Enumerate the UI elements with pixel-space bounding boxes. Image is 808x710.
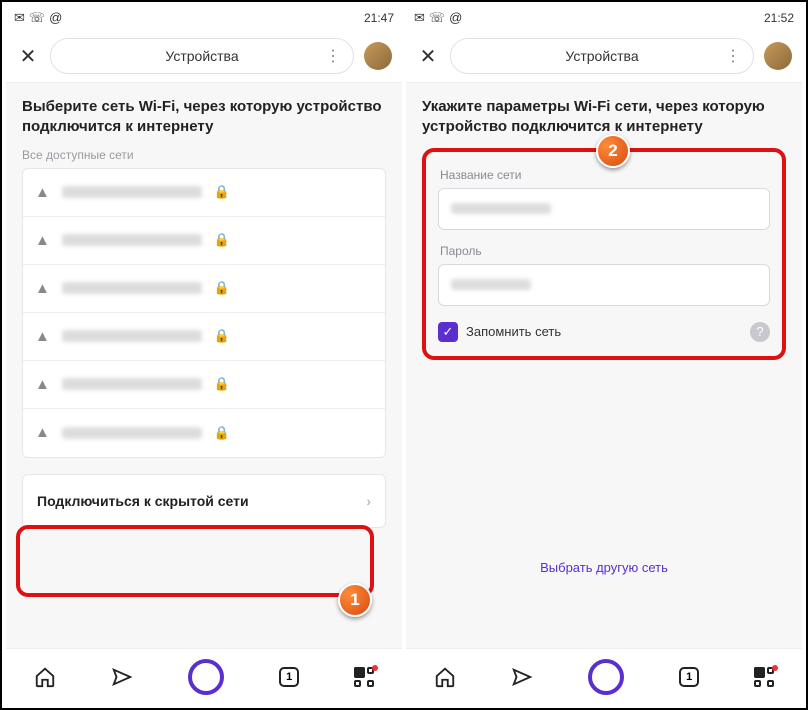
wifi-icon: ▲: [35, 184, 50, 201]
app-header: ✕ Устройства ⋮: [406, 30, 802, 83]
nav-tabs-icon[interactable]: 1: [679, 667, 699, 687]
wifi-item[interactable]: ▲ 🔒: [23, 265, 385, 313]
ssid-input[interactable]: [438, 188, 770, 230]
wifi-name-blurred: [62, 186, 202, 198]
wifi-name-blurred: [62, 427, 202, 439]
status-bar: ✉ ☏ @ 21:47: [6, 6, 402, 30]
bottom-nav: 1: [6, 648, 402, 704]
wifi-item[interactable]: ▲ 🔒: [23, 409, 385, 457]
screen-left: ✉ ☏ @ 21:47 ✕ Устройства ⋮ Выберите сеть…: [6, 6, 402, 704]
avatar[interactable]: [764, 42, 792, 70]
chevron-right-icon: ›: [366, 493, 371, 509]
help-icon[interactable]: ?: [750, 322, 770, 342]
callout-badge-1: 1: [338, 583, 372, 617]
nav-alice-icon[interactable]: [188, 659, 224, 695]
header-pill[interactable]: Устройства ⋮: [50, 38, 354, 74]
close-icon[interactable]: ✕: [416, 44, 440, 69]
at-icon: @: [449, 10, 462, 26]
notification-dot: [372, 665, 378, 671]
header-title: Устройства: [165, 48, 238, 64]
lock-icon: 🔒: [214, 184, 230, 200]
screen-right: ✉ ☏ @ 21:52 ✕ Устройства ⋮ Укажите парам…: [406, 6, 802, 704]
ssid-label: Название сети: [440, 168, 770, 182]
nav-tabs-icon[interactable]: 1: [279, 667, 299, 687]
notification-dot: [772, 665, 778, 671]
at-icon: @: [49, 10, 62, 26]
wifi-item[interactable]: ▲ 🔒: [23, 361, 385, 409]
whatsapp-icon: ☏: [429, 10, 445, 26]
nav-home-icon[interactable]: [434, 666, 456, 688]
wifi-name-blurred: [62, 330, 202, 342]
callout-highlight: [16, 525, 374, 597]
wifi-item[interactable]: ▲ 🔒: [23, 313, 385, 361]
wifi-form-callout: Название сети Пароль ✓ Запомнить сеть ? …: [422, 148, 786, 360]
wifi-name-blurred: [62, 378, 202, 390]
nav-alice-icon[interactable]: [588, 659, 624, 695]
more-icon[interactable]: ⋮: [325, 46, 341, 66]
avatar[interactable]: [364, 42, 392, 70]
password-input[interactable]: [438, 264, 770, 306]
lock-icon: 🔒: [214, 232, 230, 248]
wifi-icon: ▲: [35, 424, 50, 441]
wifi-item[interactable]: ▲ 🔒: [23, 217, 385, 265]
ssid-value-blurred: [451, 203, 551, 214]
nav-send-icon[interactable]: [111, 666, 133, 688]
close-icon[interactable]: ✕: [16, 44, 40, 69]
page-heading: Укажите параметры Wi-Fi сети, через кото…: [422, 97, 786, 138]
callout-badge-2: 2: [596, 134, 630, 168]
whatsapp-icon: ☏: [29, 10, 45, 26]
status-bar: ✉ ☏ @ 21:52: [406, 6, 802, 30]
password-label: Пароль: [440, 244, 770, 258]
page-heading: Выберите сеть Wi-Fi, через которую устро…: [22, 97, 386, 138]
wifi-icon: ▲: [35, 328, 50, 345]
header-title: Устройства: [565, 48, 638, 64]
nav-home-icon[interactable]: [34, 666, 56, 688]
hidden-network-label: Подключиться к скрытой сети: [37, 493, 249, 509]
wifi-name-blurred: [62, 282, 202, 294]
lock-icon: 🔒: [214, 425, 230, 441]
mail-icon: ✉: [414, 10, 425, 26]
wifi-list: ▲ 🔒 ▲ 🔒 ▲ 🔒 ▲ 🔒: [22, 168, 386, 458]
wifi-icon: ▲: [35, 280, 50, 297]
remember-checkbox[interactable]: ✓: [438, 322, 458, 342]
wifi-item[interactable]: ▲ 🔒: [23, 169, 385, 217]
choose-other-network-link[interactable]: Выбрать другую сеть: [422, 560, 786, 575]
clock: 21:52: [764, 11, 794, 25]
lock-icon: 🔒: [214, 280, 230, 296]
more-icon[interactable]: ⋮: [725, 46, 741, 66]
nav-grid-icon[interactable]: [754, 667, 774, 687]
lock-icon: 🔒: [214, 328, 230, 344]
bottom-nav: 1: [406, 648, 802, 704]
header-pill[interactable]: Устройства ⋮: [450, 38, 754, 74]
password-value-blurred: [451, 279, 531, 290]
remember-label: Запомнить сеть: [466, 324, 561, 339]
wifi-icon: ▲: [35, 232, 50, 249]
wifi-name-blurred: [62, 234, 202, 246]
section-label: Все доступные сети: [22, 148, 386, 162]
nav-grid-icon[interactable]: [354, 667, 374, 687]
app-header: ✕ Устройства ⋮: [6, 30, 402, 83]
wifi-icon: ▲: [35, 376, 50, 393]
clock: 21:47: [364, 11, 394, 25]
mail-icon: ✉: [14, 10, 25, 26]
lock-icon: 🔒: [214, 376, 230, 392]
nav-send-icon[interactable]: [511, 666, 533, 688]
hidden-network-button[interactable]: Подключиться к скрытой сети ›: [22, 474, 386, 528]
